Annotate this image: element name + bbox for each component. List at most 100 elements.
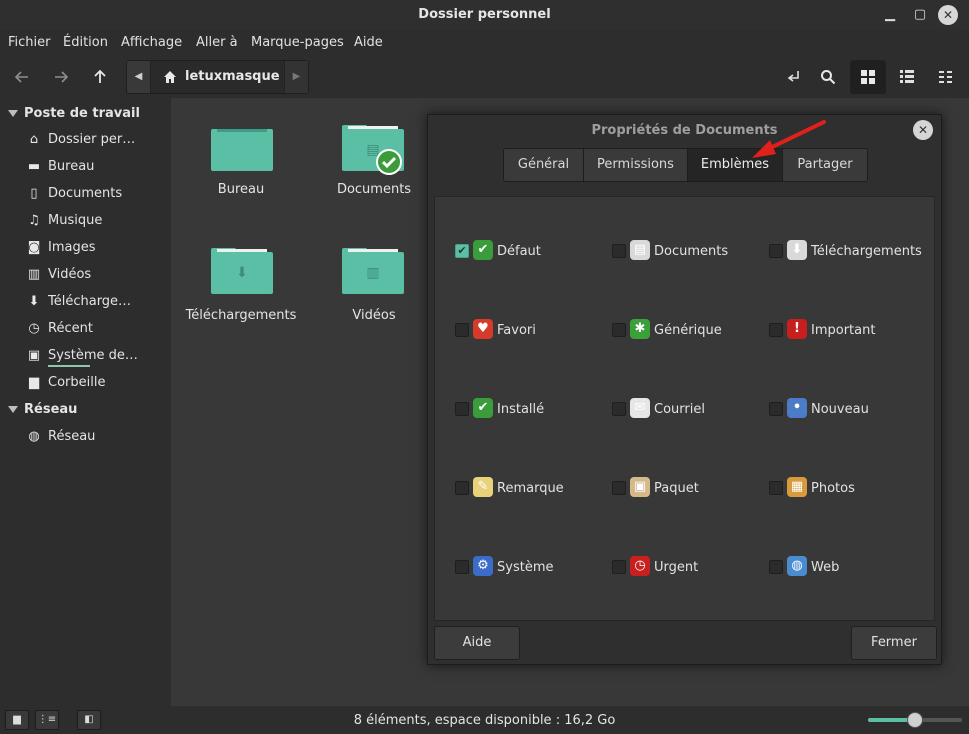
download-icon: ⬇ xyxy=(787,240,807,260)
desktop-folder-icon[interactable] xyxy=(211,125,273,171)
zoom-slider[interactable] xyxy=(868,712,962,728)
forward-button[interactable] xyxy=(44,60,78,94)
emblem-checkbox[interactable]: ✔ xyxy=(455,244,469,258)
toggle-location-button[interactable] xyxy=(776,60,810,94)
emblem-checkbox[interactable] xyxy=(612,481,626,495)
annotation-arrow-icon xyxy=(752,120,826,158)
up-button[interactable] xyxy=(83,60,117,94)
close-dialog-button[interactable]: Fermer xyxy=(851,626,937,660)
sidebar-item-network[interactable]: ◍ Réseau xyxy=(26,429,95,449)
folder-label-downloads[interactable]: Téléchargements xyxy=(181,308,301,323)
sidebar-item-label: Télécharge… xyxy=(48,294,132,309)
heart-icon: ♥ xyxy=(473,319,493,339)
emblem-checkbox[interactable] xyxy=(455,481,469,495)
menu-file[interactable]: Fichier xyxy=(8,35,51,50)
downloads-folder-icon[interactable]: ⬇ xyxy=(211,248,273,294)
close-button[interactable]: ✕ xyxy=(938,5,958,25)
sidebar-item-label: Musique xyxy=(48,213,103,228)
menu-edit[interactable]: Édition xyxy=(63,35,108,50)
sidebar-item-label: Images xyxy=(48,240,96,255)
sidebar-item-recent[interactable]: ◷ Récent xyxy=(26,321,93,341)
emblem-checkbox[interactable] xyxy=(769,323,783,337)
emblem-checkbox[interactable] xyxy=(455,323,469,337)
download-icon: ⬇ xyxy=(28,294,40,309)
emblem-checkbox[interactable] xyxy=(612,560,626,574)
arrow-right-icon xyxy=(55,71,69,83)
sidebar-section-label: Réseau xyxy=(24,402,78,417)
trash-icon: ▆ xyxy=(29,375,39,390)
maximize-button[interactable]: ▢ xyxy=(910,5,930,25)
menu-go[interactable]: Aller à xyxy=(196,35,238,50)
emblem-label: Important xyxy=(811,323,876,338)
file-manager-window: Dossier personnel ▁ ▢ ✕ Fichier Édition … xyxy=(0,0,969,734)
installed-icon: ✔ xyxy=(473,398,493,418)
emblem-label: Système xyxy=(497,560,554,575)
sidebar-item-label: Corbeille xyxy=(48,375,106,390)
title-bar: Dossier personnel ▁ ▢ ✕ xyxy=(0,0,969,30)
sidebar: Poste de travail ⌂ Dossier per… ▬ Bureau ▯… xyxy=(0,98,170,706)
compact-view-button[interactable] xyxy=(928,60,964,94)
icon-view-button[interactable] xyxy=(850,60,886,94)
folder-label-videos[interactable]: Vidéos xyxy=(314,308,434,323)
check-icon: ✔ xyxy=(473,240,493,260)
menu-bookmarks[interactable]: Marque-pages xyxy=(251,35,344,50)
sidebar-item-videos[interactable]: ▥ Vidéos xyxy=(26,267,91,287)
sidebar-section-network[interactable]: Réseau xyxy=(8,402,77,417)
emblem-checkbox[interactable] xyxy=(769,244,783,258)
sidebar-item-home[interactable]: ⌂ Dossier per… xyxy=(26,132,135,152)
help-button[interactable]: Aide xyxy=(434,626,520,660)
sidebar-section-computer[interactable]: Poste de travail xyxy=(8,106,140,121)
videos-folder-icon[interactable]: ▥ xyxy=(342,248,404,294)
path-scroll-left-button[interactable]: ◀ xyxy=(127,61,151,93)
search-button[interactable] xyxy=(811,60,845,94)
document-icon: ▯ xyxy=(30,186,38,201)
sidebar-item-trash[interactable]: ▆ Corbeille xyxy=(26,375,105,395)
menu-help[interactable]: Aide xyxy=(354,35,383,50)
emblem-label: Téléchargements xyxy=(811,244,922,259)
tab-permissions[interactable]: Permissions xyxy=(584,149,688,181)
new-icon: • xyxy=(787,398,807,418)
status-bar: ▆ ⋮≡ ◧ 8 éléments, espace disponible : 1… xyxy=(0,706,969,734)
emblem-checkbox[interactable] xyxy=(612,323,626,337)
emblem-checkbox[interactable] xyxy=(455,402,469,416)
sidebar-item-downloads[interactable]: ⬇ Télécharge… xyxy=(26,294,132,314)
back-button[interactable] xyxy=(5,60,39,94)
emblem-checkbox[interactable] xyxy=(769,402,783,416)
folder-label-documents[interactable]: Documents xyxy=(314,182,434,197)
path-scroll-right-button[interactable]: ▶ xyxy=(284,61,308,93)
sidebar-item-desktop[interactable]: ▬ Bureau xyxy=(26,159,95,179)
note-icon: ✎ xyxy=(473,477,493,497)
path-bar: ◀ letuxmasque ▶ xyxy=(126,60,309,94)
emblem-checkbox[interactable] xyxy=(769,481,783,495)
documents-folder-icon[interactable]: ▤ xyxy=(342,125,404,175)
path-crumb-label: letuxmasque xyxy=(185,69,280,84)
list-view-button[interactable] xyxy=(889,60,925,94)
drive-icon: ▣ xyxy=(27,348,41,363)
film-icon: ▥ xyxy=(27,267,41,282)
collapse-arrow-icon xyxy=(8,110,18,117)
emblem-checkbox[interactable] xyxy=(455,560,469,574)
sidebar-section-label: Poste de travail xyxy=(24,106,140,121)
sidebar-item-documents[interactable]: ▯ Documents xyxy=(26,186,122,206)
emblem-checkbox[interactable] xyxy=(612,402,626,416)
zoom-slider-handle[interactable] xyxy=(907,712,923,728)
photos-icon: ▦ xyxy=(787,477,807,497)
window-title: Dossier personnel xyxy=(418,7,551,22)
minimize-button[interactable]: ▁ xyxy=(880,5,900,25)
status-text: 8 éléments, espace disponible : 16,2 Go xyxy=(353,713,616,728)
urgent-icon: ◷ xyxy=(630,556,650,576)
dialog-close-button[interactable]: ✕ xyxy=(913,120,933,140)
check-emblem-icon xyxy=(376,149,402,175)
tab-general[interactable]: Général xyxy=(504,149,584,181)
dialog-title: Propriétés de Documents xyxy=(591,123,778,138)
emblem-checkbox[interactable] xyxy=(769,560,783,574)
folder-label-desktop[interactable]: Bureau xyxy=(181,182,301,197)
path-crumb-home[interactable]: letuxmasque xyxy=(151,61,284,93)
toolbar: ◀ letuxmasque ▶ xyxy=(0,56,969,98)
menu-view[interactable]: Affichage xyxy=(121,35,182,50)
emblem-checkbox[interactable] xyxy=(612,244,626,258)
emblem-label: Courriel xyxy=(654,402,705,417)
sidebar-item-images[interactable]: ◙ Images xyxy=(26,240,96,260)
sidebar-item-music[interactable]: ♫ Musique xyxy=(26,213,102,233)
properties-dialog: Propriétés de Documents ✕ Général Permis… xyxy=(427,114,942,665)
